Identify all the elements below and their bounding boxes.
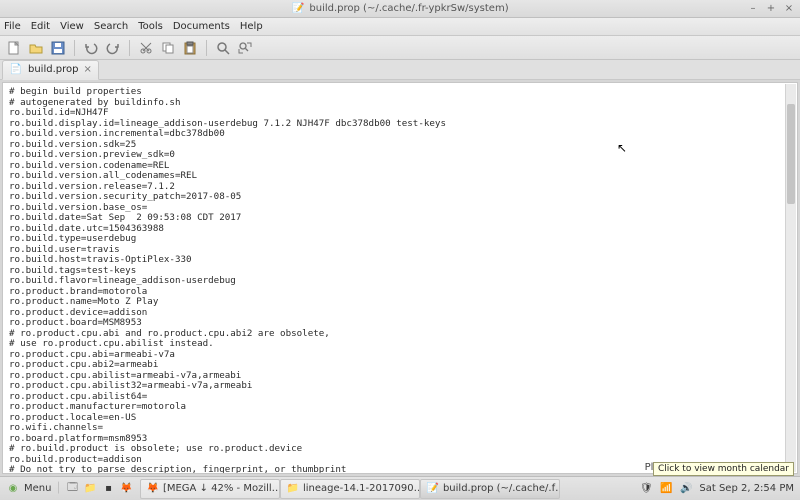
show-desktop-icon[interactable]: 🗔: [66, 482, 80, 496]
app-icon: 📝: [291, 2, 305, 16]
scrollbar-thumb[interactable]: [787, 104, 795, 204]
scrollbar-vertical[interactable]: [785, 84, 796, 472]
document-icon: 📄: [9, 63, 23, 77]
menu-file[interactable]: File: [4, 21, 21, 32]
tab-bar: 📄 build.prop ×: [0, 60, 800, 80]
text-editor-icon: 📝: [427, 482, 439, 496]
paste-button[interactable]: [180, 38, 200, 58]
tab-label: build.prop: [28, 64, 78, 75]
mint-menu-icon[interactable]: ◉: [6, 482, 20, 496]
menu-tools[interactable]: Tools: [138, 21, 163, 32]
toolbar-separator: [206, 40, 207, 56]
open-file-button[interactable]: [26, 38, 46, 58]
menu-view[interactable]: View: [60, 21, 84, 32]
menu-search[interactable]: Search: [94, 21, 128, 32]
menu-button[interactable]: Menu: [24, 483, 51, 494]
title-bar: 📝 build.prop (~/.cache/.fr-ypkrSw/system…: [0, 0, 800, 18]
cut-button[interactable]: [136, 38, 156, 58]
undo-button[interactable]: [81, 38, 101, 58]
menu-edit[interactable]: Edit: [31, 21, 50, 32]
menu-help[interactable]: Help: [240, 21, 263, 32]
tab-close-button[interactable]: ×: [83, 64, 91, 75]
network-icon[interactable]: 📶: [659, 482, 673, 496]
taskbar-separator: │: [55, 483, 61, 494]
taskbar-app-label: [MEGA ↓ 42% - Mozill…: [163, 483, 280, 494]
shield-icon[interactable]: 🛡: [639, 482, 653, 496]
firefox-icon: 🦊: [147, 482, 159, 496]
toolbar: [0, 36, 800, 60]
redo-button[interactable]: [103, 38, 123, 58]
calendar-tooltip: Click to view month calendar: [653, 462, 794, 476]
new-file-button[interactable]: [4, 38, 24, 58]
copy-button[interactable]: [158, 38, 178, 58]
taskbar-app-label: build.prop (~/.cache/.f…: [443, 483, 560, 494]
find-replace-button[interactable]: [235, 38, 255, 58]
terminal-icon[interactable]: ▪: [102, 482, 116, 496]
folder-icon: 📁: [287, 482, 299, 496]
menu-bar: File Edit View Search Tools Documents He…: [0, 18, 800, 36]
tab-build-prop[interactable]: 📄 build.prop ×: [2, 60, 99, 80]
taskbar-app-label: lineage-14.1-2017090…: [303, 483, 420, 494]
find-button[interactable]: [213, 38, 233, 58]
menu-documents[interactable]: Documents: [173, 21, 230, 32]
close-window-button[interactable]: ×: [782, 1, 796, 15]
system-tray: 🛡 📶 🔊 Sat Sep 2, 2:54 PM: [633, 482, 800, 496]
maximize-button[interactable]: +: [764, 1, 778, 15]
editor-area: # begin build properties # autogenerated…: [2, 82, 798, 474]
file-manager-icon[interactable]: 📁: [84, 482, 98, 496]
toolbar-separator: [74, 40, 75, 56]
toolbar-separator: [129, 40, 130, 56]
save-file-button[interactable]: [48, 38, 68, 58]
volume-icon[interactable]: 🔊: [679, 482, 693, 496]
taskbar-app-filemanager[interactable]: 📁 lineage-14.1-2017090…: [280, 479, 420, 499]
minimize-button[interactable]: –: [746, 1, 760, 15]
clock[interactable]: Sat Sep 2, 2:54 PM: [699, 483, 794, 494]
editor-content[interactable]: # begin build properties # autogenerated…: [3, 83, 797, 473]
taskbar-app-firefox[interactable]: 🦊 [MEGA ↓ 42% - Mozill…: [140, 479, 280, 499]
taskbar-app-gedit[interactable]: 📝 build.prop (~/.cache/.f…: [420, 479, 560, 499]
window-title: build.prop (~/.cache/.fr-ypkrSw/system): [309, 3, 508, 14]
firefox-icon[interactable]: 🦊: [120, 482, 134, 496]
taskbar: ◉ Menu │ 🗔 📁 ▪ 🦊 🦊 [MEGA ↓ 42% - Mozill……: [0, 476, 800, 500]
